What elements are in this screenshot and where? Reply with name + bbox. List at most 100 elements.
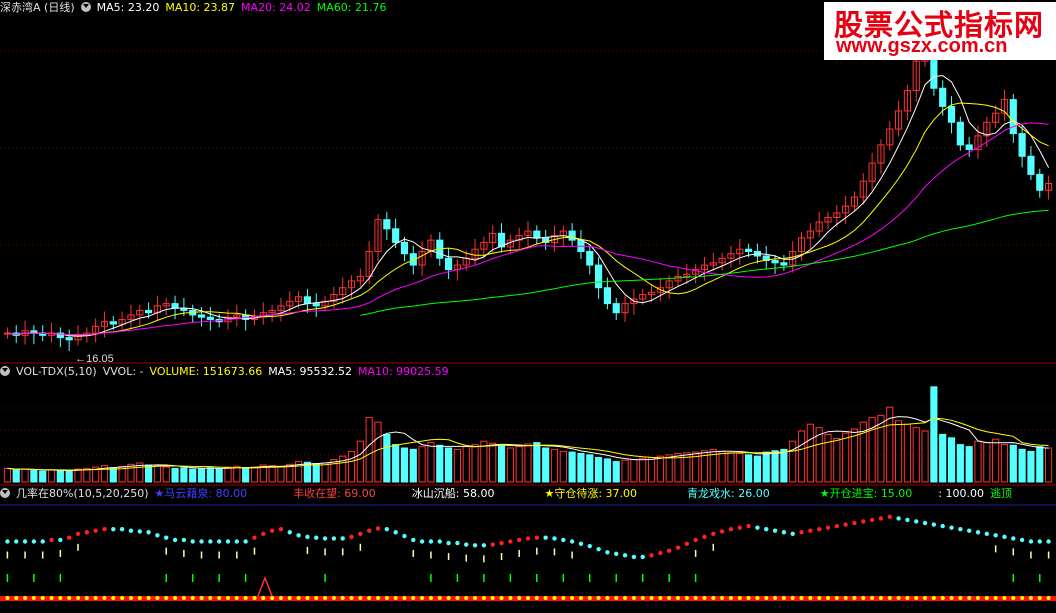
baseline-dot — [640, 596, 645, 600]
volume-bar — [480, 440, 488, 483]
indicator-dot — [58, 537, 63, 543]
baseline-dot — [684, 596, 689, 600]
baseline-dot — [755, 596, 760, 600]
indicator-dot — [755, 525, 760, 530]
volume-bar — [533, 442, 541, 483]
dropdown-circle-icon[interactable] — [80, 2, 91, 12]
baseline-dot — [190, 596, 195, 600]
indicator-dot — [305, 534, 310, 540]
baseline-dot — [58, 596, 63, 600]
volume-bar — [268, 465, 276, 483]
indicator-dot — [146, 530, 151, 535]
baseline-dot — [790, 596, 795, 600]
ind-title: 几率在80%(10,5,20,250) — [16, 487, 149, 500]
indicator-dot — [225, 539, 231, 544]
indicator-dot — [834, 523, 840, 529]
baseline-dot — [243, 596, 248, 600]
volume-bar — [197, 467, 206, 483]
volume-bar — [436, 444, 444, 483]
indicator-dot — [869, 517, 875, 523]
baseline-dot — [402, 596, 407, 600]
baseline-dot — [14, 596, 19, 600]
baseline-dot — [111, 596, 116, 600]
baseline-dot — [931, 596, 936, 600]
dropdown-circle-icon[interactable] — [0, 366, 10, 376]
volume-bar — [65, 470, 73, 483]
candle-body — [1036, 173, 1044, 191]
candle-body — [586, 250, 594, 266]
indicator-dot — [322, 536, 328, 541]
candle-body — [595, 264, 603, 289]
baseline-dot — [499, 596, 504, 600]
indicator-dot — [84, 530, 90, 535]
indicator-dot — [446, 540, 451, 546]
indicator-dot — [40, 539, 45, 544]
baseline-dot — [526, 596, 530, 600]
volume-bar — [312, 463, 320, 483]
candle-body — [965, 144, 973, 150]
volume-bar — [621, 459, 629, 483]
baseline-dot — [393, 596, 398, 600]
baseline-dot — [940, 596, 945, 600]
indicator-dot — [587, 543, 592, 549]
indicator-dot — [49, 537, 54, 543]
baseline-dot — [667, 596, 672, 600]
candle-body — [939, 87, 947, 107]
indicator-dot — [737, 525, 742, 530]
indicator-dot — [411, 537, 416, 543]
candle-body — [1027, 155, 1035, 175]
volume-bar — [392, 444, 400, 483]
volume-bar — [497, 445, 506, 483]
baseline-dot — [428, 596, 433, 600]
vol-ma10-label: MA10: 99025.59 — [357, 365, 449, 378]
candle-body — [612, 303, 620, 314]
candle-body — [171, 303, 179, 309]
volume-bar — [1018, 448, 1026, 483]
vol-title: VOL-TDX(5,10) — [16, 365, 97, 378]
dropdown-circle-icon[interactable] — [0, 488, 10, 498]
baseline-dot — [1028, 596, 1033, 600]
indicator-dot — [711, 531, 716, 536]
volume-bar — [1000, 444, 1009, 483]
indicator-dot — [728, 526, 734, 532]
ind-s3: 冰山沉船: 58.00 — [411, 487, 495, 500]
volume-bar — [956, 444, 964, 483]
indicator-dot — [666, 548, 672, 553]
baseline-dot — [446, 596, 451, 600]
indicator-dot — [649, 553, 654, 558]
volume-bar — [471, 444, 479, 483]
volume-bar — [965, 446, 973, 483]
indicator-dot — [675, 545, 681, 550]
ma60-label: MA60: 21.76 — [316, 1, 387, 14]
baseline-dot — [746, 596, 751, 600]
baseline-dot — [49, 596, 54, 600]
indicator-dot — [287, 530, 292, 535]
indicator-dot — [975, 530, 981, 535]
volume-bar — [21, 468, 29, 483]
chart-stage: ←16.05 — [0, 0, 1056, 609]
baseline-dot — [464, 596, 469, 600]
indicator-dot — [14, 539, 19, 544]
volume-bar — [242, 467, 250, 483]
baseline-dot — [120, 596, 125, 600]
indicator-dot — [111, 526, 116, 532]
baseline-dot — [834, 596, 839, 600]
volume-bar — [1009, 444, 1017, 483]
baseline-dot — [420, 596, 425, 600]
indicator-dot — [984, 531, 990, 536]
volume-header: VOL-TDX(5,10) VVOL: - VOLUME: 151673.66 MA5… — [0, 364, 455, 380]
volume-bar — [145, 464, 153, 483]
indicator-dot — [1011, 536, 1016, 541]
volume-bar — [727, 452, 735, 483]
baseline-dot — [737, 596, 742, 600]
baseline-dot — [296, 596, 301, 600]
ind-s4: ★守仓待涨: 37.00 — [544, 487, 638, 500]
baseline-dot — [1011, 596, 1016, 600]
baseline-dot — [984, 596, 989, 600]
indicator-dot — [966, 528, 972, 533]
indicator-dot — [1037, 539, 1042, 544]
indicator-dot — [578, 541, 584, 547]
baseline-dot — [67, 596, 72, 600]
volume-bar — [921, 430, 929, 483]
baseline-dot — [490, 596, 495, 600]
